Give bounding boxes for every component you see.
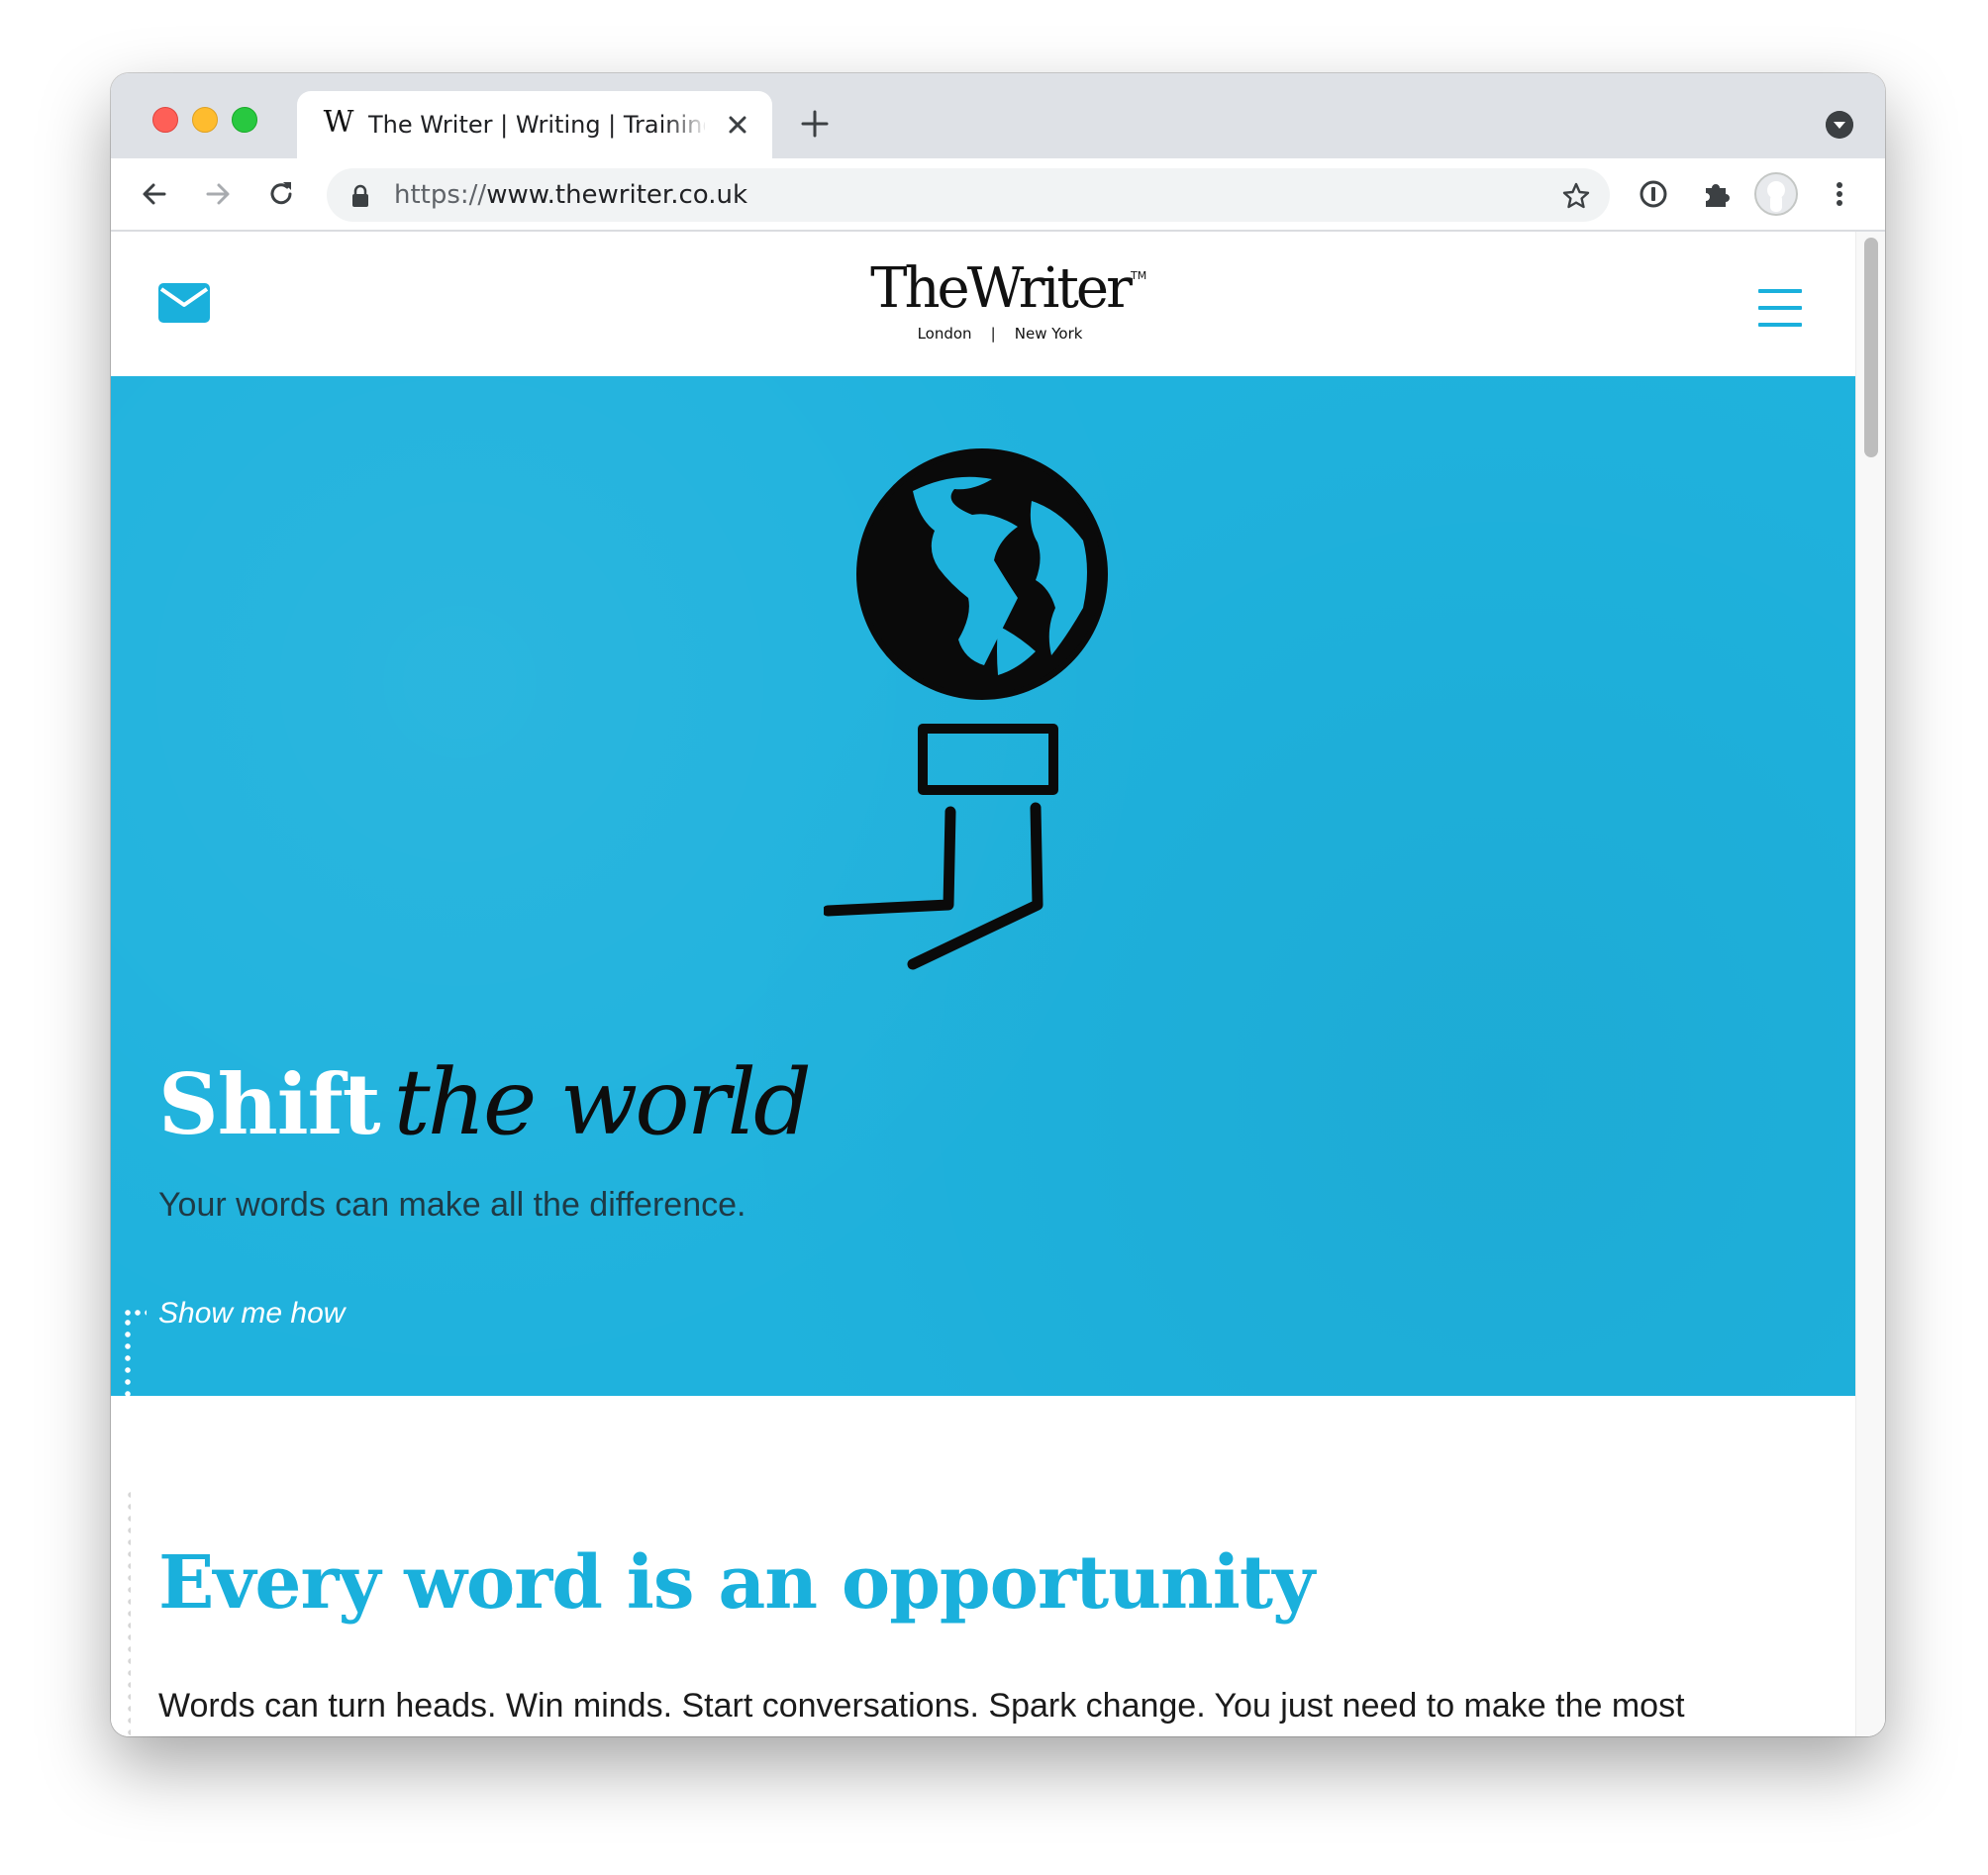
minimize-window-button[interactable] [192,107,218,133]
reload-icon[interactable] [263,176,299,212]
hamburger-menu-icon[interactable] [1758,289,1802,329]
tab-title-fade [665,101,709,148]
show-me-how-link[interactable]: Show me how [158,1297,345,1331]
web-page: TheWriter TM London | New York Shift the… [111,232,1885,1736]
dotted-connector-vertical [127,1489,131,1736]
hero-title: Shift the world [158,1049,812,1168]
dotted-connector-hero [123,1317,133,1396]
profile-avatar-icon[interactable] [1754,172,1798,216]
url-host: www.thewriter.co.uk [486,180,748,210]
close-tab-icon[interactable] [721,108,754,142]
envelope-icon[interactable] [158,283,210,323]
kebab-menu-icon[interactable] [1822,176,1857,212]
close-window-button[interactable] [152,107,178,133]
url-scheme: https:// [394,180,487,210]
forward-arrow-icon[interactable] [200,176,236,212]
logo-cities: London | New York [917,325,1083,343]
hero-title-script: the world [393,1049,812,1155]
site-logo[interactable]: TheWriter TM London | New York [851,257,1148,352]
section-heading: Every word is an opportunity [158,1540,1315,1626]
section-body-text: Words can turn heads. Win minds. Start c… [158,1687,1685,1725]
logo-wordmark: TheWriter [870,256,1133,321]
site-header: TheWriter TM London | New York [111,232,1855,376]
browser-tab[interactable]: W The Writer | Writing | Training | Cons… [297,91,772,158]
hero-banner: Shift the world Your words can make all t… [111,376,1855,1396]
zoom-window-button[interactable] [232,107,257,133]
password-manager-icon[interactable] [1636,176,1671,212]
logo-trademark: TM [1131,269,1147,282]
site-favicon-icon: W [323,105,354,140]
profile-silhouette-icon [1767,181,1785,212]
hero-title-bold: Shift [158,1055,381,1153]
scrollbar-thumb[interactable] [1864,238,1878,457]
address-bar[interactable]: https://www.thewriter.co.uk [327,168,1610,222]
lock-icon[interactable] [350,184,370,208]
page-scrollbar[interactable] [1855,232,1885,1736]
browser-window: W The Writer | Writing | Training | Cons… [111,73,1885,1736]
back-arrow-icon[interactable] [137,176,172,212]
globe-figure-illustration [824,448,1108,970]
bookmark-star-icon[interactable] [1560,180,1592,212]
tab-search-chevron-icon[interactable] [1826,111,1853,139]
browser-toolbar: https://www.thewriter.co.uk [111,158,1885,232]
url-text[interactable]: https://www.thewriter.co.uk [394,178,747,212]
new-tab-plus-icon[interactable] [798,107,832,141]
puzzle-piece-icon[interactable] [1699,176,1735,212]
tab-strip: W The Writer | Writing | Training | Cons… [111,73,1885,158]
tab-title: The Writer | Writing | Training | Consul… [368,111,705,139]
hero-subtitle: Your words can make all the difference. [158,1186,746,1224]
